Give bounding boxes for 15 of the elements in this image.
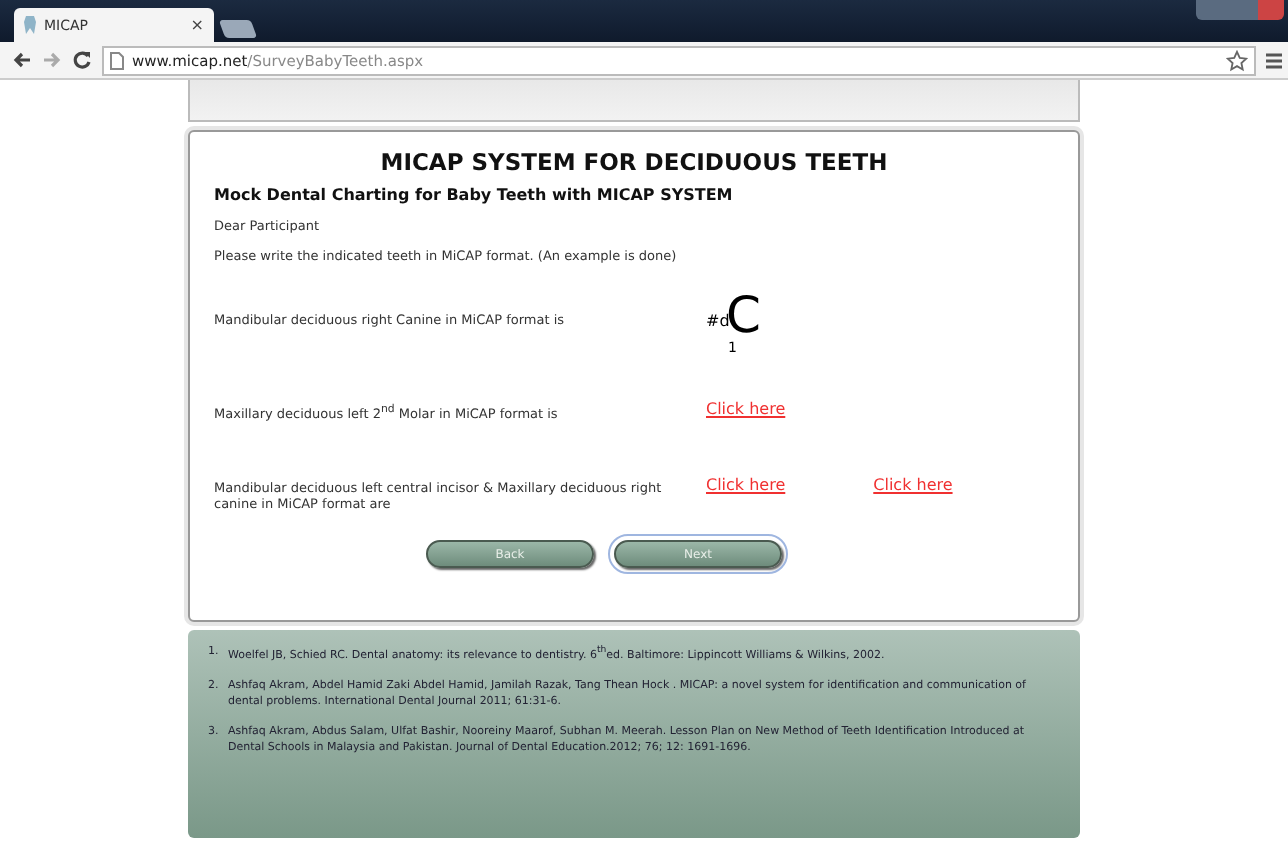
new-tab-button[interactable] bbox=[218, 20, 258, 38]
click-here-link[interactable]: Click here bbox=[706, 400, 786, 418]
click-here-link[interactable]: Click here bbox=[873, 476, 953, 494]
reload-icon[interactable] bbox=[72, 50, 92, 70]
page-icon bbox=[110, 51, 124, 69]
tooth-icon bbox=[24, 16, 36, 34]
tooth-letter: C bbox=[726, 290, 761, 340]
page-subtitle: Mock Dental Charting for Baby Teeth with MICAP SYSTEM bbox=[214, 186, 735, 204]
close-icon[interactable]: × bbox=[190, 16, 204, 34]
code-prefix: #d bbox=[706, 312, 730, 330]
click-here-link[interactable]: Click here bbox=[706, 476, 786, 494]
page-title: MICAP SYSTEM FOR DECIDUOUS TEETH bbox=[378, 148, 890, 176]
menu-icon[interactable] bbox=[1266, 51, 1282, 69]
star-icon[interactable] bbox=[1226, 49, 1248, 71]
back-icon[interactable] bbox=[12, 50, 32, 70]
